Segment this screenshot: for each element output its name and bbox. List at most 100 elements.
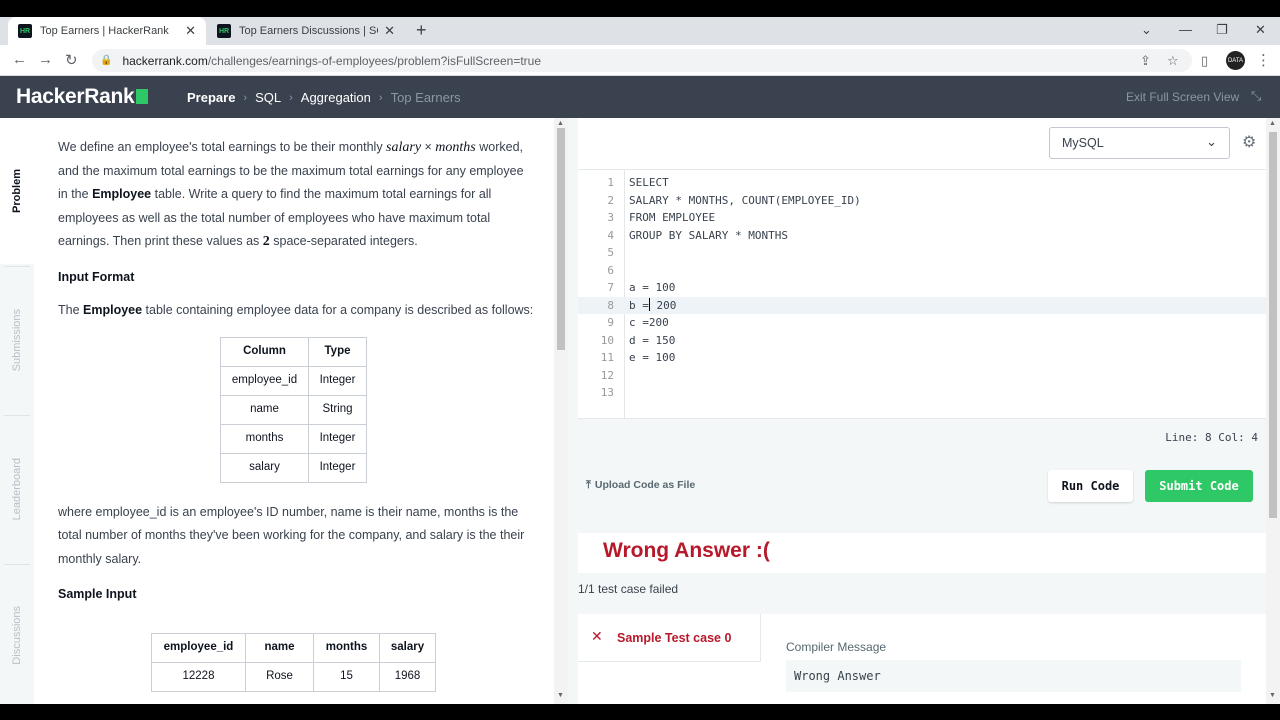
code-line[interactable]: 9 c =200: [578, 314, 1266, 332]
bookmark-star-icon[interactable]: ☆: [1167, 53, 1179, 69]
table-cell: String: [308, 394, 367, 425]
tab-title: Top Earners Discussions | SQL | H: [239, 25, 378, 37]
table-cell: 12228: [151, 661, 246, 692]
breadcrumb-aggregation[interactable]: Aggregation: [301, 90, 371, 105]
result-header: Wrong Answer :(: [578, 533, 1266, 573]
table-header: name: [245, 632, 314, 663]
code-line[interactable]: 3 FROM EMPLOYEE: [578, 209, 1266, 227]
close-tab-icon[interactable]: ✕: [185, 23, 196, 39]
upload-code-link[interactable]: ⤒ Upload Code as File: [586, 479, 695, 492]
maximize-icon[interactable]: ❐: [1216, 22, 1228, 38]
table-row: salary Integer: [220, 452, 367, 483]
gear-icon[interactable]: ⚙: [1242, 132, 1256, 152]
back-icon[interactable]: ←: [12, 51, 27, 68]
scroll-down-icon[interactable]: ▼: [557, 692, 564, 699]
chevron-right-icon: ›: [289, 91, 293, 104]
address-bar[interactable]: 🔒 hackerrank.com/challenges/earnings-of-…: [92, 49, 1192, 72]
line-number: 1: [607, 176, 614, 189]
code-line[interactable]: 12: [578, 367, 1266, 385]
scrollbar-thumb[interactable]: [1269, 132, 1277, 518]
browser-tabstrip: HR Top Earners | HackerRank ✕ HR Top Ear…: [0, 17, 1280, 45]
code-text: c =200: [629, 316, 669, 329]
result-title: Wrong Answer :(: [603, 539, 770, 562]
code-text: SELECT: [629, 176, 669, 189]
table-cell: Integer: [308, 365, 367, 396]
table-row: employee_id Integer: [220, 365, 367, 396]
tab-submissions-label: Submissions: [11, 309, 23, 372]
scroll-up-icon[interactable]: ▲: [1269, 120, 1276, 127]
table-header: employee_id: [151, 632, 246, 663]
code-line[interactable]: 5: [578, 244, 1266, 262]
profile-avatar[interactable]: DATA: [1226, 51, 1245, 70]
line-number: 8: [607, 298, 614, 312]
tab-submissions[interactable]: Submissions: [0, 268, 34, 413]
test-case-label: Sample Test case 0: [617, 631, 732, 645]
close-tab-icon[interactable]: ✕: [384, 23, 395, 39]
problem-description: We define an employee's total earnings t…: [58, 136, 536, 254]
close-window-icon[interactable]: ✕: [1255, 22, 1266, 38]
tab-discussions[interactable]: Discussions: [0, 566, 34, 704]
code-line[interactable]: 1 SELECT: [578, 174, 1266, 192]
new-tab-icon[interactable]: +: [416, 20, 427, 41]
chevron-down-icon: ⌄: [1206, 134, 1217, 149]
share-icon[interactable]: ⇪: [1140, 53, 1151, 69]
exit-fullscreen-link[interactable]: Exit Full Screen View: [1126, 90, 1239, 104]
tab-problem[interactable]: Problem: [0, 118, 34, 264]
collapse-icon[interactable]: ⤡: [1251, 88, 1261, 104]
hackerrank-logo[interactable]: HackerRank: [16, 85, 149, 109]
editor-header: MySQL ⌄ ⚙: [578, 118, 1266, 170]
editor-scrollbar[interactable]: ▲ ▼: [1266, 118, 1280, 704]
code-text: SALARY * MONTHS, COUNT(EMPLOYEE_ID): [629, 193, 861, 207]
problem-scrollbar[interactable]: ▲ ▼: [554, 118, 568, 704]
divider: [4, 564, 30, 565]
tab-leaderboard[interactable]: Leaderboard: [0, 417, 34, 562]
table-cell: months: [220, 423, 309, 454]
code-line[interactable]: 11 e = 100: [578, 349, 1266, 367]
code-line[interactable]: 10 d = 150: [578, 332, 1266, 350]
submit-code-button[interactable]: Submit Code: [1145, 470, 1253, 502]
code-line[interactable]: 4 GROUP BY SALARY * MONTHS: [578, 227, 1266, 245]
scroll-down-icon[interactable]: ▼: [1269, 692, 1276, 699]
tab-search-icon[interactable]: ⌄: [1141, 22, 1152, 38]
code-text: e = 100: [629, 351, 676, 364]
run-code-button[interactable]: Run Code: [1048, 470, 1133, 502]
forward-icon[interactable]: →: [38, 51, 53, 68]
url-host: hackerrank.com: [122, 53, 208, 68]
letterbox-top: [0, 0, 1280, 17]
problem-statement: We define an employee's total earnings t…: [34, 118, 554, 704]
scrollbar-thumb[interactable]: [557, 128, 565, 350]
table-cell: Rose: [245, 661, 314, 692]
table-cell: Integer: [308, 423, 367, 454]
hackerrank-favicon-icon: HR: [217, 24, 231, 38]
code-line[interactable]: 6: [578, 262, 1266, 280]
math-two: 2: [262, 234, 270, 249]
text: ×: [421, 140, 436, 154]
table-cell: employee_id: [220, 365, 309, 396]
code-text: GROUP BY SALARY * MONTHS: [629, 228, 788, 242]
tab-discussions-label: Discussions: [11, 605, 23, 665]
browser-menu-icon[interactable]: ⋮: [1256, 51, 1271, 69]
code-line[interactable]: 7 a = 100: [578, 279, 1266, 297]
sample-input-table: employee_id name months salary 12228 Ros…: [151, 632, 436, 692]
code-line[interactable]: 2 SALARY * MONTHS, COUNT(EMPLOYEE_ID): [578, 192, 1266, 210]
text-bold: Employee: [83, 303, 143, 317]
language-select[interactable]: MySQL ⌄: [1049, 127, 1230, 159]
sidebar-toggle-icon[interactable]: ▯: [1201, 53, 1208, 69]
scroll-up-icon[interactable]: ▲: [557, 120, 564, 127]
panel-splitter[interactable]: [568, 118, 578, 704]
table-cell: Integer: [308, 452, 367, 483]
table-header: Column: [220, 336, 309, 367]
browser-tab-active[interactable]: HR Top Earners | HackerRank ✕: [8, 17, 206, 45]
code-line[interactable]: 13: [578, 384, 1266, 402]
test-case-item[interactable]: ✕ Sample Test case 0: [578, 614, 760, 662]
cursor-position: Line: 8 Col: 4: [1165, 431, 1258, 444]
breadcrumb-prepare[interactable]: Prepare: [187, 90, 235, 105]
line-number: 4: [607, 228, 614, 242]
code-line[interactable]: 8 b = 200: [578, 296, 1266, 314]
code-editor[interactable]: 1 SELECT 2 SALARY * MONTHS, COUNT(EMPLOYEE_…: [578, 170, 1266, 418]
minimize-icon[interactable]: —: [1179, 22, 1192, 37]
breadcrumb-sql[interactable]: SQL: [255, 90, 281, 105]
browser-tab-discussions[interactable]: HR Top Earners Discussions | SQL | H ✕: [207, 17, 405, 45]
divider: [4, 266, 30, 267]
reload-icon[interactable]: ↻: [65, 51, 78, 69]
